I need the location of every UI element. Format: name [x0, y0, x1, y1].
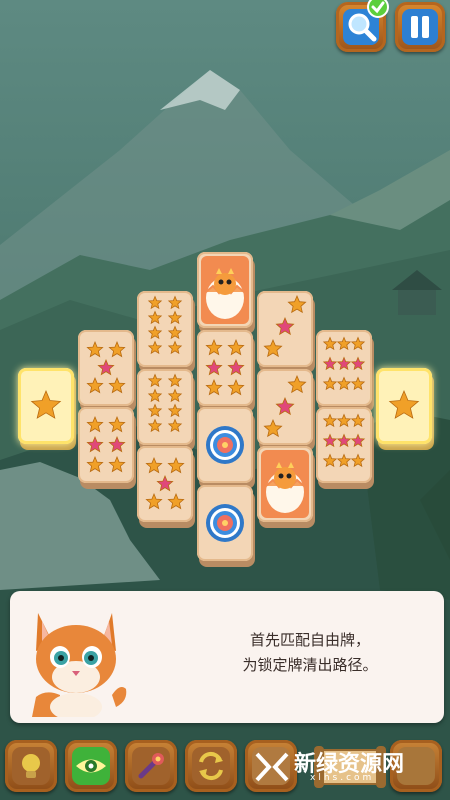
star-5-icon	[86, 340, 126, 394]
hint-message-line-1: 首先匹配自由牌，	[249, 631, 370, 649]
star-3-diagonal-icon	[263, 374, 307, 438]
star-3-diagonal-icon	[263, 294, 307, 358]
star-6-icon	[86, 415, 126, 473]
dragon-egg-icon	[201, 256, 249, 324]
watermark-subtitle: xlhs.com	[310, 773, 375, 783]
checkmark-icon	[367, 0, 389, 18]
star-8-icon	[147, 295, 183, 355]
star-5-icon	[145, 456, 185, 510]
tile-star-1-free[interactable]	[376, 368, 434, 450]
pause-icon	[402, 9, 438, 45]
magic-wand-button[interactable]	[125, 740, 177, 792]
flower-badge-icon	[206, 504, 244, 542]
hint-dialog: 首先匹配自由牌， 为锁定牌清出路径。	[10, 591, 444, 723]
lightbulb-icon	[12, 747, 50, 785]
magic-wand-icon	[132, 747, 170, 785]
tile-star-3-diagonal[interactable]	[257, 369, 315, 451]
shuffle-button[interactable]	[185, 740, 237, 792]
tile-dragon-egg[interactable]	[257, 446, 315, 528]
star-1-free-icon	[30, 389, 62, 419]
hint-message-line-2: 为锁定牌清出路径。	[242, 656, 378, 674]
tile-star-8[interactable]	[137, 291, 195, 373]
star-8-icon	[147, 373, 183, 433]
tile-star-6[interactable]	[197, 330, 255, 412]
tile-star-5[interactable]	[137, 446, 195, 528]
lightbulb-button[interactable]	[5, 740, 57, 792]
eye-icon	[72, 747, 110, 785]
tile-star-9[interactable]	[316, 407, 374, 489]
flower-badge-icon	[206, 426, 244, 464]
tile-dragon-egg[interactable]	[197, 252, 255, 334]
tile-flower-badge[interactable]	[197, 407, 255, 489]
cat-mascot	[32, 613, 127, 717]
dragon-egg-icon	[261, 450, 309, 518]
tile-star-1-free[interactable]	[18, 368, 76, 450]
tile-star-9[interactable]	[316, 330, 374, 412]
star-6-icon	[205, 338, 245, 396]
tile-star-8[interactable]	[137, 369, 195, 451]
tile-star-5[interactable]	[78, 330, 136, 412]
shuffle-icon	[192, 747, 230, 785]
eye-button[interactable]	[65, 740, 117, 792]
tile-star-6[interactable]	[78, 407, 136, 489]
tile-flower-badge[interactable]	[197, 485, 255, 567]
hint-magnifier-button[interactable]	[336, 0, 389, 52]
watermark-logo	[255, 752, 289, 782]
star-9-icon	[322, 413, 366, 468]
star-1-free-icon	[388, 389, 420, 419]
pause-button[interactable]	[395, 2, 445, 52]
star-9-icon	[322, 336, 366, 391]
tile-star-3-diagonal[interactable]	[257, 291, 315, 373]
